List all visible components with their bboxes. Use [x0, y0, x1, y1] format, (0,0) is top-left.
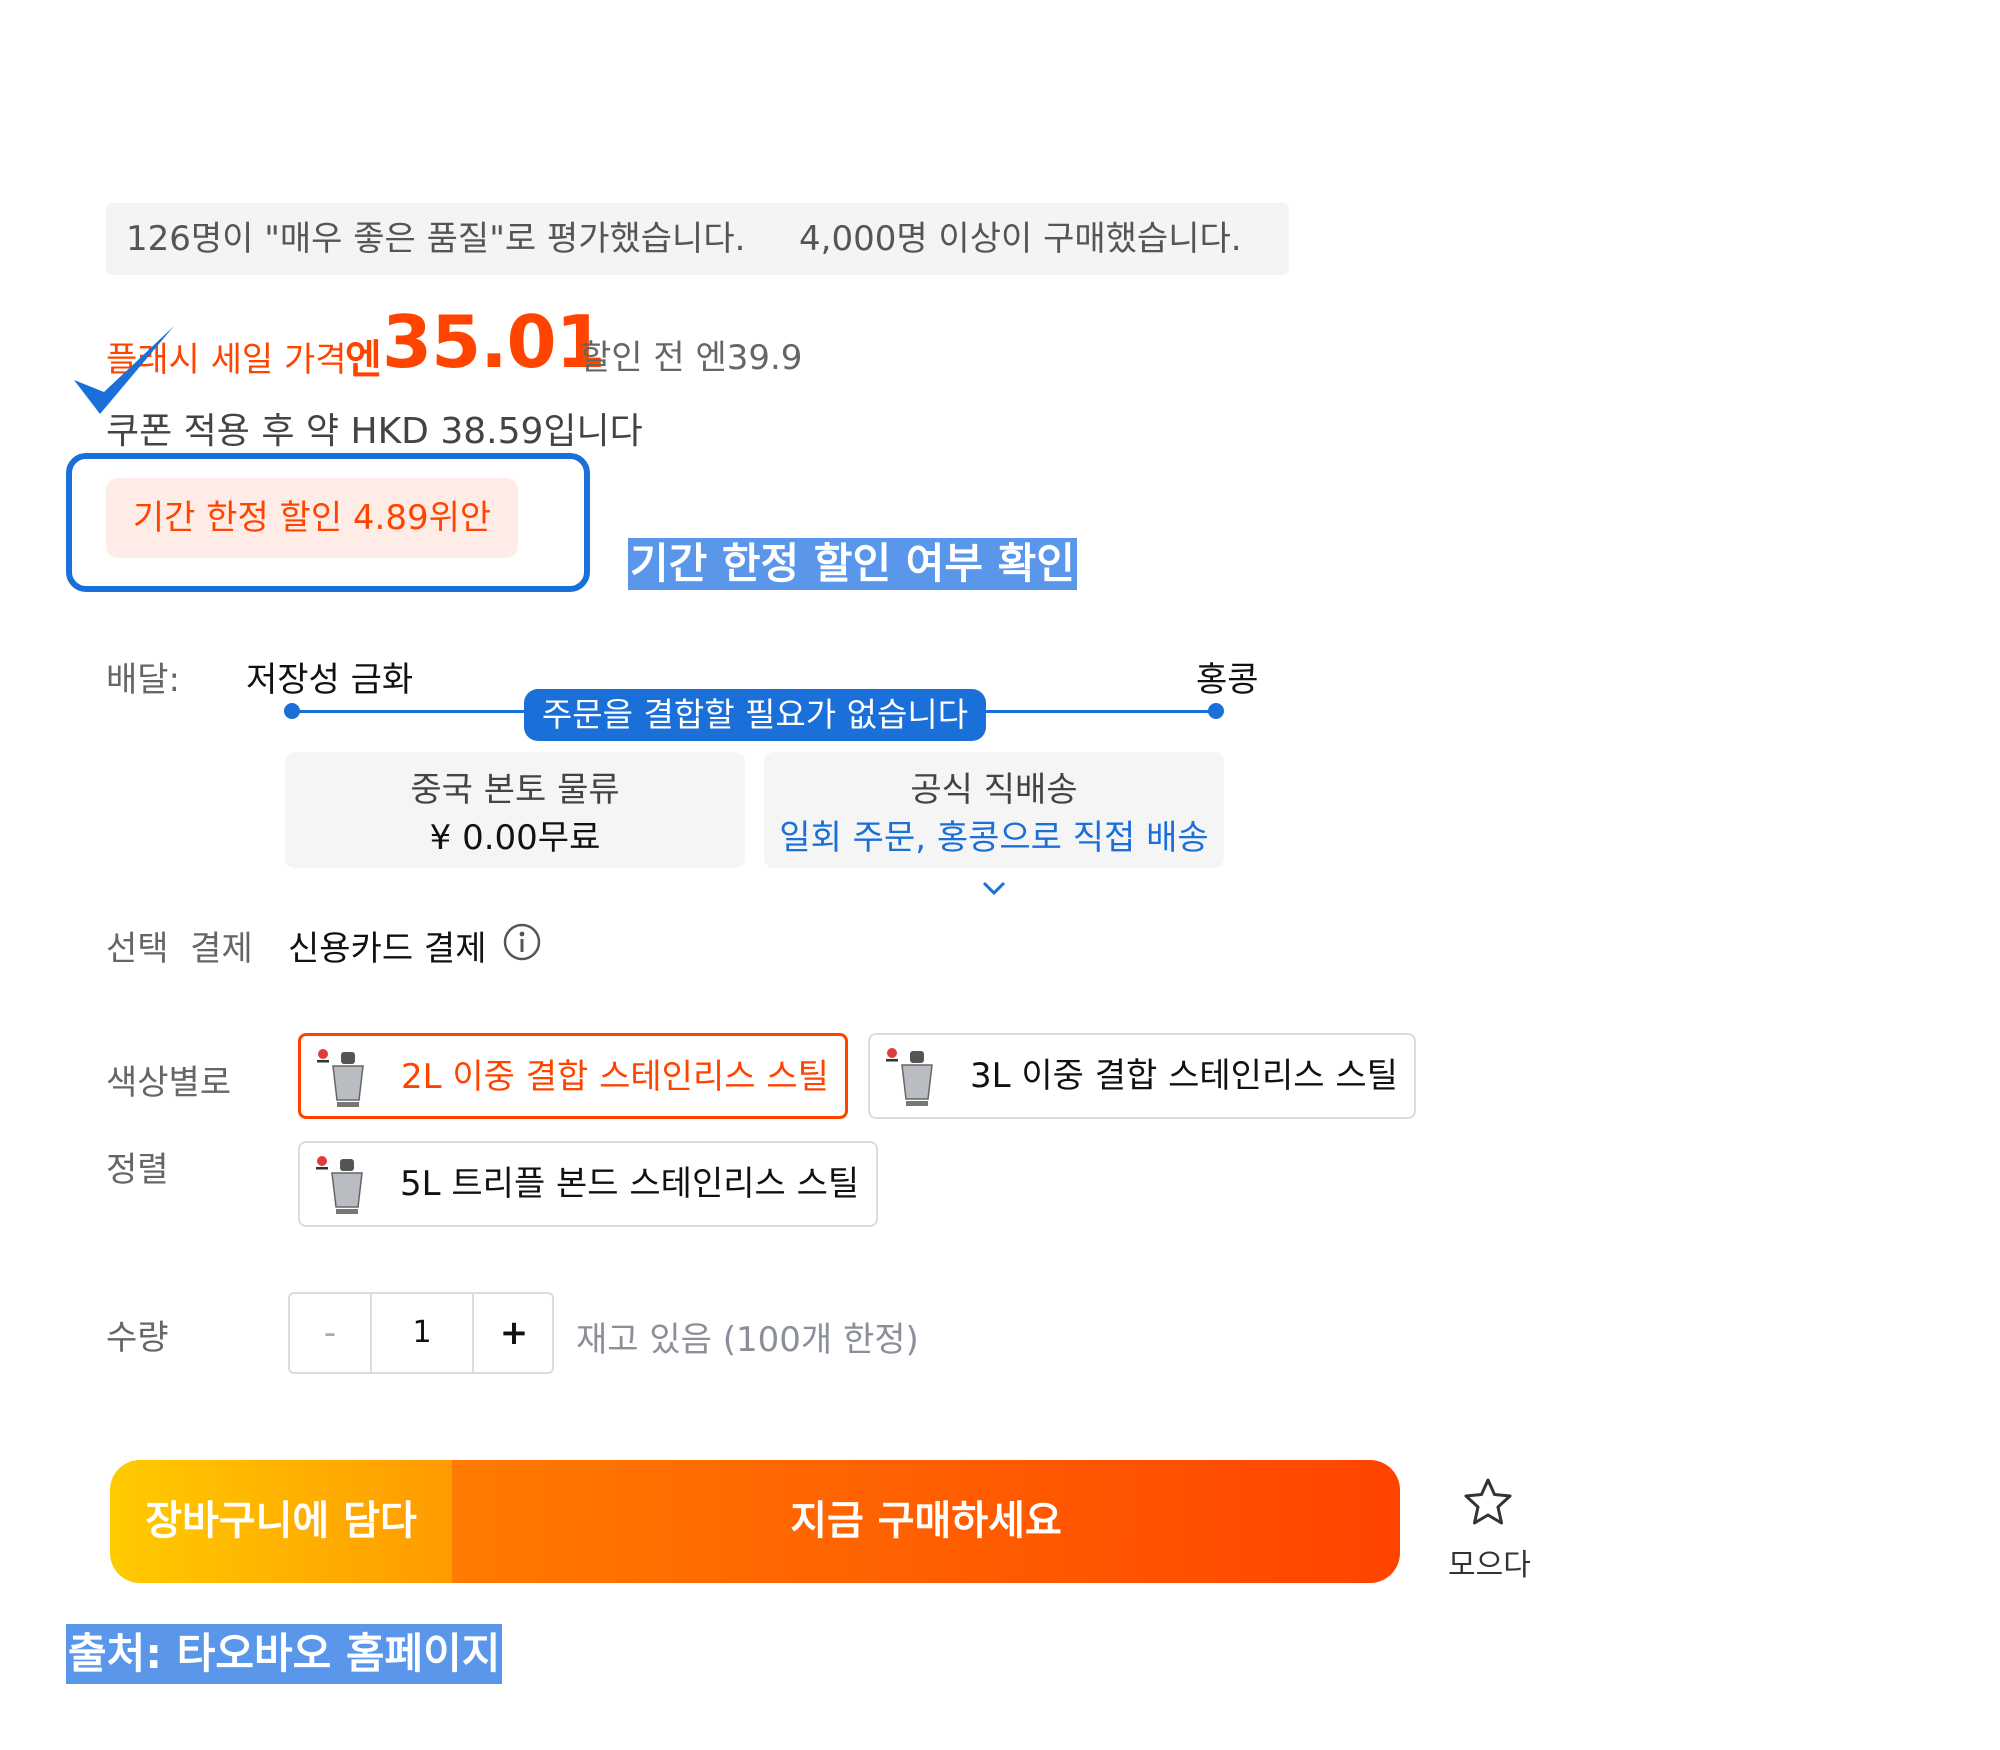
mainland-logistics-price: ¥ 0.00무료	[429, 818, 601, 858]
sale-price: 35.01	[382, 300, 606, 384]
mainland-logistics-title: 중국 본토 물류	[410, 770, 620, 810]
chopper-thumbnail-icon	[316, 1156, 363, 1214]
option-3l-stainless[interactable]: 3L 이중 결합 스테인리스 스틸	[868, 1033, 1416, 1119]
star-icon[interactable]	[1462, 1476, 1514, 1528]
direct-shipping-link[interactable]: 일회 주문, 홍콩으로 직접 배송	[764, 814, 1224, 895]
payment-label: 선택 결제	[106, 929, 253, 969]
color-label: 색상별로	[106, 1063, 232, 1103]
option-2l-stainless[interactable]: 2L 이중 결합 스테인리스 스틸	[298, 1033, 848, 1119]
no-combine-order-badge: 주문을 결합할 필요가 없습니다	[524, 689, 986, 741]
payment-method: 신용카드 결제	[288, 929, 487, 969]
route-end-dot	[1208, 703, 1224, 719]
sort-label: 정렬	[106, 1150, 169, 1190]
collect-label[interactable]: 모으다	[1448, 1540, 1531, 1584]
quality-rating-tag: 126명이 "매우 좋은 품질"로 평가했습니다.	[106, 203, 826, 275]
mainland-logistics-option[interactable]: 중국 본토 물류 ¥ 0.00무료	[285, 752, 745, 868]
limited-discount-badge: 기간 한정 할인 4.89위안	[106, 478, 518, 558]
info-icon[interactable]	[502, 922, 542, 962]
option-label: 3L 이중 결합 스테인리스 스틸	[970, 1056, 1398, 1096]
chopper-thumbnail-icon	[317, 1049, 364, 1107]
add-to-cart-button[interactable]: 장바구니에 담다	[110, 1460, 452, 1583]
source-annotation: 출처: 타오바오 홈페이지	[66, 1624, 503, 1684]
route-start-dot	[284, 703, 300, 719]
original-price: 할인 전 엔39.9	[580, 338, 803, 378]
buy-now-button[interactable]: 지금 구매하세요	[452, 1460, 1400, 1583]
delivery-label: 배달:	[106, 660, 181, 700]
purchase-count-tag: 4,000명 이상이 구매했습니다.	[779, 203, 1289, 275]
stock-status: 재고 있음 (100개 한정)	[576, 1320, 919, 1360]
option-label: 2L 이중 결합 스테인리스 스틸	[401, 1057, 829, 1097]
quantity-decrease-button[interactable]: -	[290, 1294, 372, 1372]
quantity-label: 수량	[106, 1318, 169, 1358]
chevron-down-icon	[982, 881, 1006, 895]
ship-from-location: 저장성 금화	[246, 660, 414, 700]
option-label: 5L 트리플 본드 스테인리스 스틸	[400, 1164, 860, 1204]
annotation-limited-discount: 기간 한정 할인 여부 확인	[628, 538, 1077, 590]
quantity-input[interactable]: 1	[372, 1294, 472, 1372]
option-5l-stainless[interactable]: 5L 트리플 본드 스테인리스 스틸	[298, 1141, 878, 1227]
quantity-stepper: - 1 +	[288, 1292, 554, 1374]
direct-shipping-title: 공식 직배송	[910, 770, 1078, 810]
ship-to-location: 홍콩	[1196, 660, 1259, 700]
direct-shipping-link-text: 일회 주문, 홍콩으로 직접 배송	[779, 818, 1209, 858]
price-currency: 엔	[345, 337, 382, 383]
quantity-increase-button[interactable]: +	[472, 1294, 554, 1372]
coupon-price-text: 쿠폰 적용 후 약 HKD 38.59입니다	[106, 411, 643, 452]
chopper-thumbnail-icon	[886, 1048, 933, 1106]
official-direct-shipping-option[interactable]: 공식 직배송 일회 주문, 홍콩으로 직접 배송	[764, 752, 1224, 895]
